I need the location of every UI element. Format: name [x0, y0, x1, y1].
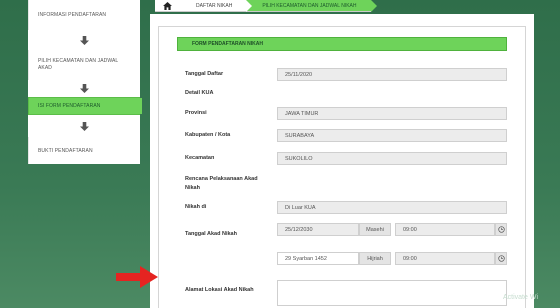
main-panel: FORM PENDAFTARAN NIKAH Tanggal Daftar 25… [150, 14, 534, 308]
label-nikah-di: Nikah di [185, 204, 207, 210]
step-arrow-down-icon [28, 80, 140, 97]
kecamatan-field[interactable]: SUKOLILO [277, 152, 507, 165]
label-alamat-lokasi: Alamat Lokasi Akad Nikah [185, 287, 254, 293]
label-kabupaten: Kabupaten / Kota [185, 132, 231, 138]
hijri-date-field[interactable]: 29 Syarban 1452 [277, 252, 359, 265]
label-tanggal-daftar: Tanggal Daftar [185, 71, 224, 77]
label-rencana-line1: Rencana Pelaksanaan Akad [185, 176, 258, 182]
step-arrow-down-icon [28, 115, 140, 137]
active-step-indicator [139, 98, 142, 114]
step-label: BUKTI PENDAFTARAN [38, 147, 93, 154]
clock-icon[interactable] [495, 252, 507, 265]
step-bukti-pendaftaran[interactable]: BUKTI PENDAFTARAN [28, 137, 140, 164]
nikah-di-field[interactable]: Di Luar KUA [277, 201, 507, 214]
activate-windows-watermark: Activate Wi [503, 294, 539, 301]
provinsi-field[interactable]: JAWA TIMUR [277, 107, 507, 120]
label-provinsi: Provinsi [185, 110, 207, 116]
breadcrumb-pilih-kecamatan[interactable]: PILIH KECAMATAN DAN JADWAL NIKAH [246, 0, 377, 12]
alamat-lokasi-textarea[interactable] [277, 280, 507, 306]
home-icon[interactable] [155, 0, 180, 12]
step-arrow-down-icon [28, 30, 140, 50]
masehi-addon: Masehi [359, 223, 391, 236]
form-header: FORM PENDAFTARAN NIKAH [177, 37, 507, 51]
clock-icon[interactable] [495, 223, 507, 236]
label-kecamatan: Kecamatan [185, 155, 215, 161]
label-rencana-line2: Nikah [185, 185, 200, 191]
form-container: FORM PENDAFTARAN NIKAH Tanggal Daftar 25… [158, 26, 526, 308]
breadcrumb-label: DAFTAR NIKAH [196, 2, 233, 9]
label-tanggal-akad: Tanggal Akad Nikah [185, 231, 237, 237]
breadcrumb-label: PILIH KECAMATAN DAN JADWAL NIKAH [262, 2, 357, 9]
step-informasi-pendaftaran[interactable]: INFORMASI PENDAFTARAN [28, 0, 140, 30]
step-pilih-kecamatan[interactable]: PILIH KECAMATAN DAN JADWAL AKAD [28, 50, 140, 80]
masehi-time-field[interactable]: 09:00 [395, 223, 495, 236]
hijri-time-field[interactable]: 09:00 [395, 252, 495, 265]
red-arrow-icon [116, 266, 158, 288]
step-label: INFORMASI PENDAFTARAN [38, 12, 107, 18]
breadcrumb: DAFTAR NIKAH PILIH KECAMATAN DAN JADWAL … [155, 0, 377, 12]
step-label: PILIH KECAMATAN DAN JADWAL AKAD [38, 58, 119, 71]
registration-steps: INFORMASI PENDAFTARAN PILIH KECAMATAN DA… [28, 0, 140, 170]
hijri-addon: Hijriah [359, 252, 391, 265]
label-detail-kua: Detail KUA [185, 90, 214, 96]
tanggal-daftar-field[interactable]: 25/11/2020 [277, 68, 507, 81]
kabupaten-field[interactable]: SURABAYA [277, 129, 507, 142]
step-label: ISI FORM PENDAFTARAN [38, 103, 101, 109]
masehi-date-field[interactable]: 25/12/2030 [277, 223, 359, 236]
breadcrumb-daftar-nikah[interactable]: DAFTAR NIKAH [180, 0, 253, 12]
step-isi-form-pendaftaran[interactable]: ISI FORM PENDAFTARAN [28, 97, 140, 115]
